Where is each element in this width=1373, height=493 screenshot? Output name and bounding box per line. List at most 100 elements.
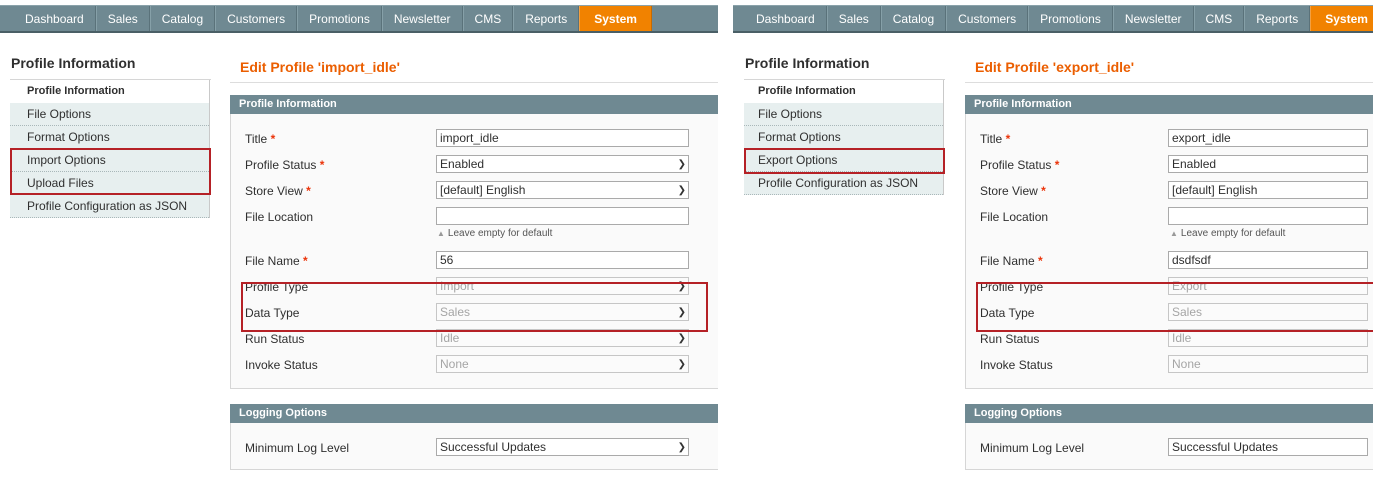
run-status-select: Idle	[1168, 329, 1368, 347]
file-location-input[interactable]	[436, 207, 689, 225]
sidebar-title: Profile Information	[10, 55, 211, 80]
store-view-select[interactable]: [default] English ❯	[436, 181, 689, 199]
logging-options-fieldset: Minimum Log Level Successful Updates ❯	[230, 423, 718, 470]
field-row-run-status: Run Status Idle	[966, 324, 1373, 350]
run-status-select: Idle ❯	[436, 329, 689, 347]
nav-catalog[interactable]: Catalog	[149, 6, 216, 31]
select-arrow-icon: ❯	[677, 159, 686, 170]
field-row-invoke-status: Invoke Status None ❯	[231, 350, 718, 376]
required-marker: *	[1038, 254, 1043, 268]
field-row-invoke-status: Invoke Status None	[966, 350, 1373, 376]
tab-profile-information[interactable]: Profile Information	[10, 80, 209, 103]
tab-profile-configuration-json[interactable]: Profile Configuration as JSON	[744, 172, 943, 195]
data-type-label: Data Type	[245, 306, 300, 320]
nav-reports[interactable]: Reports	[513, 6, 580, 31]
profile-type-select: Export	[1168, 277, 1368, 295]
data-type-select: Sales ❯	[436, 303, 689, 321]
sidebar-tabs: Profile Information File Options Format …	[744, 80, 944, 195]
field-row-profile-status: Profile Status * Enabled ❯	[231, 150, 718, 176]
tab-format-options[interactable]: Format Options	[10, 126, 209, 149]
profile-status-select[interactable]: Enabled	[1168, 155, 1368, 173]
file-location-input[interactable]	[1168, 207, 1368, 225]
field-row-run-status: Run Status Idle ❯	[231, 324, 718, 350]
required-marker: *	[303, 254, 308, 268]
field-row-title: Title * export_idle	[966, 124, 1373, 150]
file-location-label: File Location	[245, 210, 314, 224]
nav-system[interactable]: System	[1310, 6, 1373, 31]
tab-profile-configuration-json[interactable]: Profile Configuration as JSON	[10, 195, 209, 218]
top-navigation: Dashboard Sales Catalog Customers Promot…	[0, 5, 718, 33]
nav-cms[interactable]: CMS	[462, 6, 514, 31]
file-location-label: File Location	[980, 210, 1049, 224]
field-row-data-type: Data Type Sales ❯	[231, 298, 718, 324]
nav-dashboard[interactable]: Dashboard	[745, 6, 827, 31]
hint-arrow-icon: ▲	[1170, 229, 1178, 238]
nav-promotions[interactable]: Promotions	[1028, 6, 1113, 31]
profile-status-label: Profile Status *	[245, 158, 325, 172]
tab-import-options[interactable]: Import Options	[10, 149, 209, 172]
file-name-label: File Name *	[245, 254, 308, 268]
nav-customers[interactable]: Customers	[215, 6, 298, 31]
select-arrow-icon: ❯	[677, 333, 686, 344]
profile-type-label: Profile Type	[980, 280, 1044, 294]
data-type-label: Data Type	[980, 306, 1035, 320]
required-marker: *	[306, 184, 311, 198]
section-header-logging-options: Logging Options	[965, 404, 1373, 423]
tab-export-options[interactable]: Export Options	[744, 149, 943, 172]
field-row-file-name: File Name * dsdfsdf	[966, 246, 1373, 272]
logging-options-fieldset: Minimum Log Level Successful Updates	[965, 423, 1373, 470]
title-input[interactable]: export_idle	[1168, 129, 1368, 147]
tab-format-options[interactable]: Format Options	[744, 126, 943, 149]
profile-status-select[interactable]: Enabled ❯	[436, 155, 689, 173]
nav-dashboard[interactable]: Dashboard	[14, 6, 96, 31]
select-arrow-icon: ❯	[677, 359, 686, 370]
profile-sidebar: Profile Information Profile Information …	[10, 55, 211, 218]
required-marker: *	[1054, 158, 1060, 172]
store-view-label: Store View *	[245, 184, 311, 198]
nav-sales[interactable]: Sales	[95, 6, 150, 31]
min-log-level-select[interactable]: Successful Updates ❯	[436, 438, 689, 456]
field-row-data-type: Data Type Sales	[966, 298, 1373, 324]
nav-newsletter[interactable]: Newsletter	[381, 6, 463, 31]
file-name-input[interactable]: dsdfsdf	[1168, 251, 1368, 269]
invoke-status-select: None ❯	[436, 355, 689, 373]
required-marker: *	[1005, 132, 1011, 146]
invoke-status-label: Invoke Status	[980, 358, 1053, 372]
required-marker: *	[1041, 184, 1046, 198]
title-input[interactable]: import_idle	[436, 129, 689, 147]
run-status-label: Run Status	[980, 332, 1040, 346]
section-header-profile-information: Profile Information	[965, 95, 1373, 114]
profile-type-select: Import ❯	[436, 277, 689, 295]
sidebar-title: Profile Information	[744, 55, 945, 80]
file-name-input[interactable]: 56	[436, 251, 689, 269]
import-profile-panel: Dashboard Sales Catalog Customers Promot…	[0, 0, 718, 493]
nav-customers[interactable]: Customers	[946, 6, 1029, 31]
tab-file-options[interactable]: File Options	[10, 103, 209, 126]
nav-sales[interactable]: Sales	[826, 6, 881, 31]
edit-profile-form: Edit Profile 'export_idle' Profile Infor…	[965, 55, 1373, 470]
tab-file-options[interactable]: File Options	[744, 103, 943, 126]
select-arrow-icon: ❯	[677, 442, 686, 453]
nav-system[interactable]: System	[579, 6, 652, 31]
tab-profile-information[interactable]: Profile Information	[744, 80, 943, 103]
profile-status-label: Profile Status *	[980, 158, 1060, 172]
min-log-level-label: Minimum Log Level	[980, 441, 1085, 455]
min-log-level-select[interactable]: Successful Updates	[1168, 438, 1368, 456]
nav-reports[interactable]: Reports	[1244, 6, 1311, 31]
nav-cms[interactable]: CMS	[1193, 6, 1245, 31]
title-label: Title *	[980, 132, 1011, 146]
nav-promotions[interactable]: Promotions	[297, 6, 382, 31]
field-row-file-name: File Name * 56	[231, 246, 718, 272]
select-arrow-icon: ❯	[677, 307, 686, 318]
invoke-status-select: None	[1168, 355, 1368, 373]
profile-sidebar: Profile Information Profile Information …	[744, 55, 945, 195]
nav-newsletter[interactable]: Newsletter	[1112, 6, 1194, 31]
title-label: Title *	[245, 132, 276, 146]
export-profile-panel: Dashboard Sales Catalog Customers Promot…	[733, 0, 1373, 493]
field-row-profile-status: Profile Status * Enabled	[966, 150, 1373, 176]
tab-upload-files[interactable]: Upload Files	[10, 172, 209, 195]
nav-catalog[interactable]: Catalog	[880, 6, 947, 31]
field-row-store-view: Store View * [default] English	[966, 176, 1373, 202]
store-view-select[interactable]: [default] English	[1168, 181, 1368, 199]
field-row-title: Title * import_idle	[231, 124, 718, 150]
